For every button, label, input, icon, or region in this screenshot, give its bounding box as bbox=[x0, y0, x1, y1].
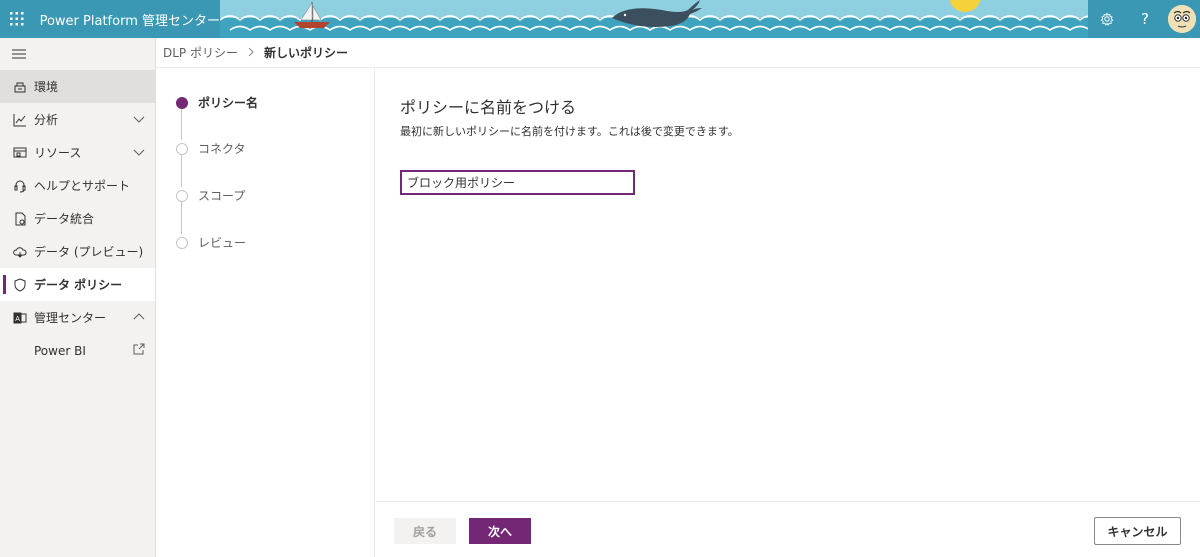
app-title[interactable]: Power Platform 管理センター bbox=[34, 10, 220, 29]
step-connectors[interactable]: コネクタ bbox=[176, 140, 246, 157]
page-description: 最初に新しいポリシーに名前を付けます。これは後で変更できます。 bbox=[400, 125, 739, 138]
resources-icon bbox=[12, 145, 28, 161]
sidebar-item-label: ヘルプとサポート bbox=[34, 179, 131, 193]
header-actions: ? bbox=[1088, 0, 1200, 38]
sidebar-item-label: リソース bbox=[34, 146, 82, 160]
step-indicator bbox=[176, 96, 188, 109]
back-button[interactable]: 戻る bbox=[394, 518, 456, 544]
step-policy-name[interactable]: ポリシー名 bbox=[176, 94, 258, 111]
top-bar: Power Platform 管理センター ? bbox=[0, 0, 1200, 38]
sidebar-item-label: 環境 bbox=[34, 80, 59, 94]
avatar[interactable] bbox=[1168, 5, 1196, 33]
step-review[interactable]: レビュー bbox=[176, 234, 246, 251]
step-label: スコープ bbox=[198, 189, 246, 203]
cloud-data-icon bbox=[12, 244, 28, 260]
waffle-icon[interactable] bbox=[0, 0, 34, 38]
policy-name-input[interactable] bbox=[400, 170, 635, 195]
chevron-down-icon[interactable] bbox=[133, 113, 145, 125]
sidebar-item-data-policies[interactable]: データ ポリシー bbox=[0, 268, 155, 301]
sidebar-item-label: Power BI bbox=[34, 343, 86, 358]
data-integration-icon bbox=[12, 211, 28, 227]
sidebar-item-label: データ (プレビュー) bbox=[34, 245, 144, 259]
next-button[interactable]: 次へ bbox=[469, 518, 531, 544]
sidebar-item-analytics[interactable]: 分析 bbox=[0, 103, 155, 136]
cancel-button[interactable]: キャンセル bbox=[1094, 517, 1181, 545]
step-indicator bbox=[176, 189, 188, 202]
step-label: コネクタ bbox=[198, 142, 246, 156]
step-label: レビュー bbox=[198, 236, 247, 250]
step-connector bbox=[181, 108, 182, 140]
step-connector bbox=[181, 202, 182, 234]
environments-icon bbox=[12, 79, 28, 95]
sidebar-item-label: データ ポリシー bbox=[34, 278, 123, 292]
gear-icon[interactable] bbox=[1088, 0, 1126, 38]
step-indicator bbox=[176, 236, 188, 249]
headset-icon bbox=[12, 178, 28, 194]
breadcrumb-current: 新しいポリシー bbox=[263, 46, 348, 60]
hamburger-menu-icon[interactable] bbox=[0, 38, 155, 70]
brand-area: Power Platform 管理センター bbox=[0, 0, 220, 38]
svg-text:A: A bbox=[15, 316, 20, 323]
sidebar-item-label: データ統合 bbox=[34, 212, 95, 226]
breadcrumb: DLP ポリシー 新しいポリシー bbox=[156, 38, 1200, 68]
step-label: ポリシー名 bbox=[198, 96, 259, 110]
sidebar-item-environments[interactable]: 環境 bbox=[0, 70, 155, 103]
wizard-stepper: ポリシー名 コネクタ スコープ レビュー bbox=[156, 68, 375, 557]
sidebar-item-data-preview[interactable]: データ (プレビュー) bbox=[0, 235, 155, 268]
external-link-icon bbox=[133, 343, 145, 355]
sidebar-item-power-bi[interactable]: Power BI bbox=[0, 334, 155, 367]
sidebar-item-data-integration[interactable]: データ統合 bbox=[0, 202, 155, 235]
admin-center-icon: A bbox=[12, 310, 28, 326]
chevron-up-icon[interactable] bbox=[133, 311, 145, 323]
sidebar-item-admin-centers[interactable]: A 管理センター bbox=[0, 301, 155, 334]
chevron-right-icon bbox=[247, 46, 255, 60]
analytics-icon bbox=[12, 112, 28, 128]
help-icon[interactable]: ? bbox=[1126, 0, 1164, 38]
sidebar-item-resources[interactable]: リソース bbox=[0, 136, 155, 169]
shield-icon bbox=[12, 277, 28, 293]
left-navigation: 環境 分析 リソース ヘルプとサポート データ統合 データ (プレビュー) デー… bbox=[0, 38, 156, 557]
sidebar-item-help-support[interactable]: ヘルプとサポート bbox=[0, 169, 155, 202]
step-connector bbox=[181, 155, 182, 187]
wizard-footer: 戻る 次へ キャンセル bbox=[376, 501, 1200, 557]
step-indicator bbox=[176, 142, 188, 155]
chevron-down-icon[interactable] bbox=[133, 146, 145, 158]
sidebar-item-label: 管理センター bbox=[34, 311, 107, 325]
sidebar-item-label: 分析 bbox=[34, 113, 59, 127]
main-content: ポリシーに名前をつける 最初に新しいポリシーに名前を付けます。これは後で変更でき… bbox=[376, 68, 1200, 501]
step-scope[interactable]: スコープ bbox=[176, 187, 245, 204]
breadcrumb-dlp-policies[interactable]: DLP ポリシー bbox=[163, 44, 238, 61]
page-title: ポリシーに名前をつける bbox=[400, 98, 577, 117]
header-sea-illustration bbox=[220, 0, 1088, 38]
